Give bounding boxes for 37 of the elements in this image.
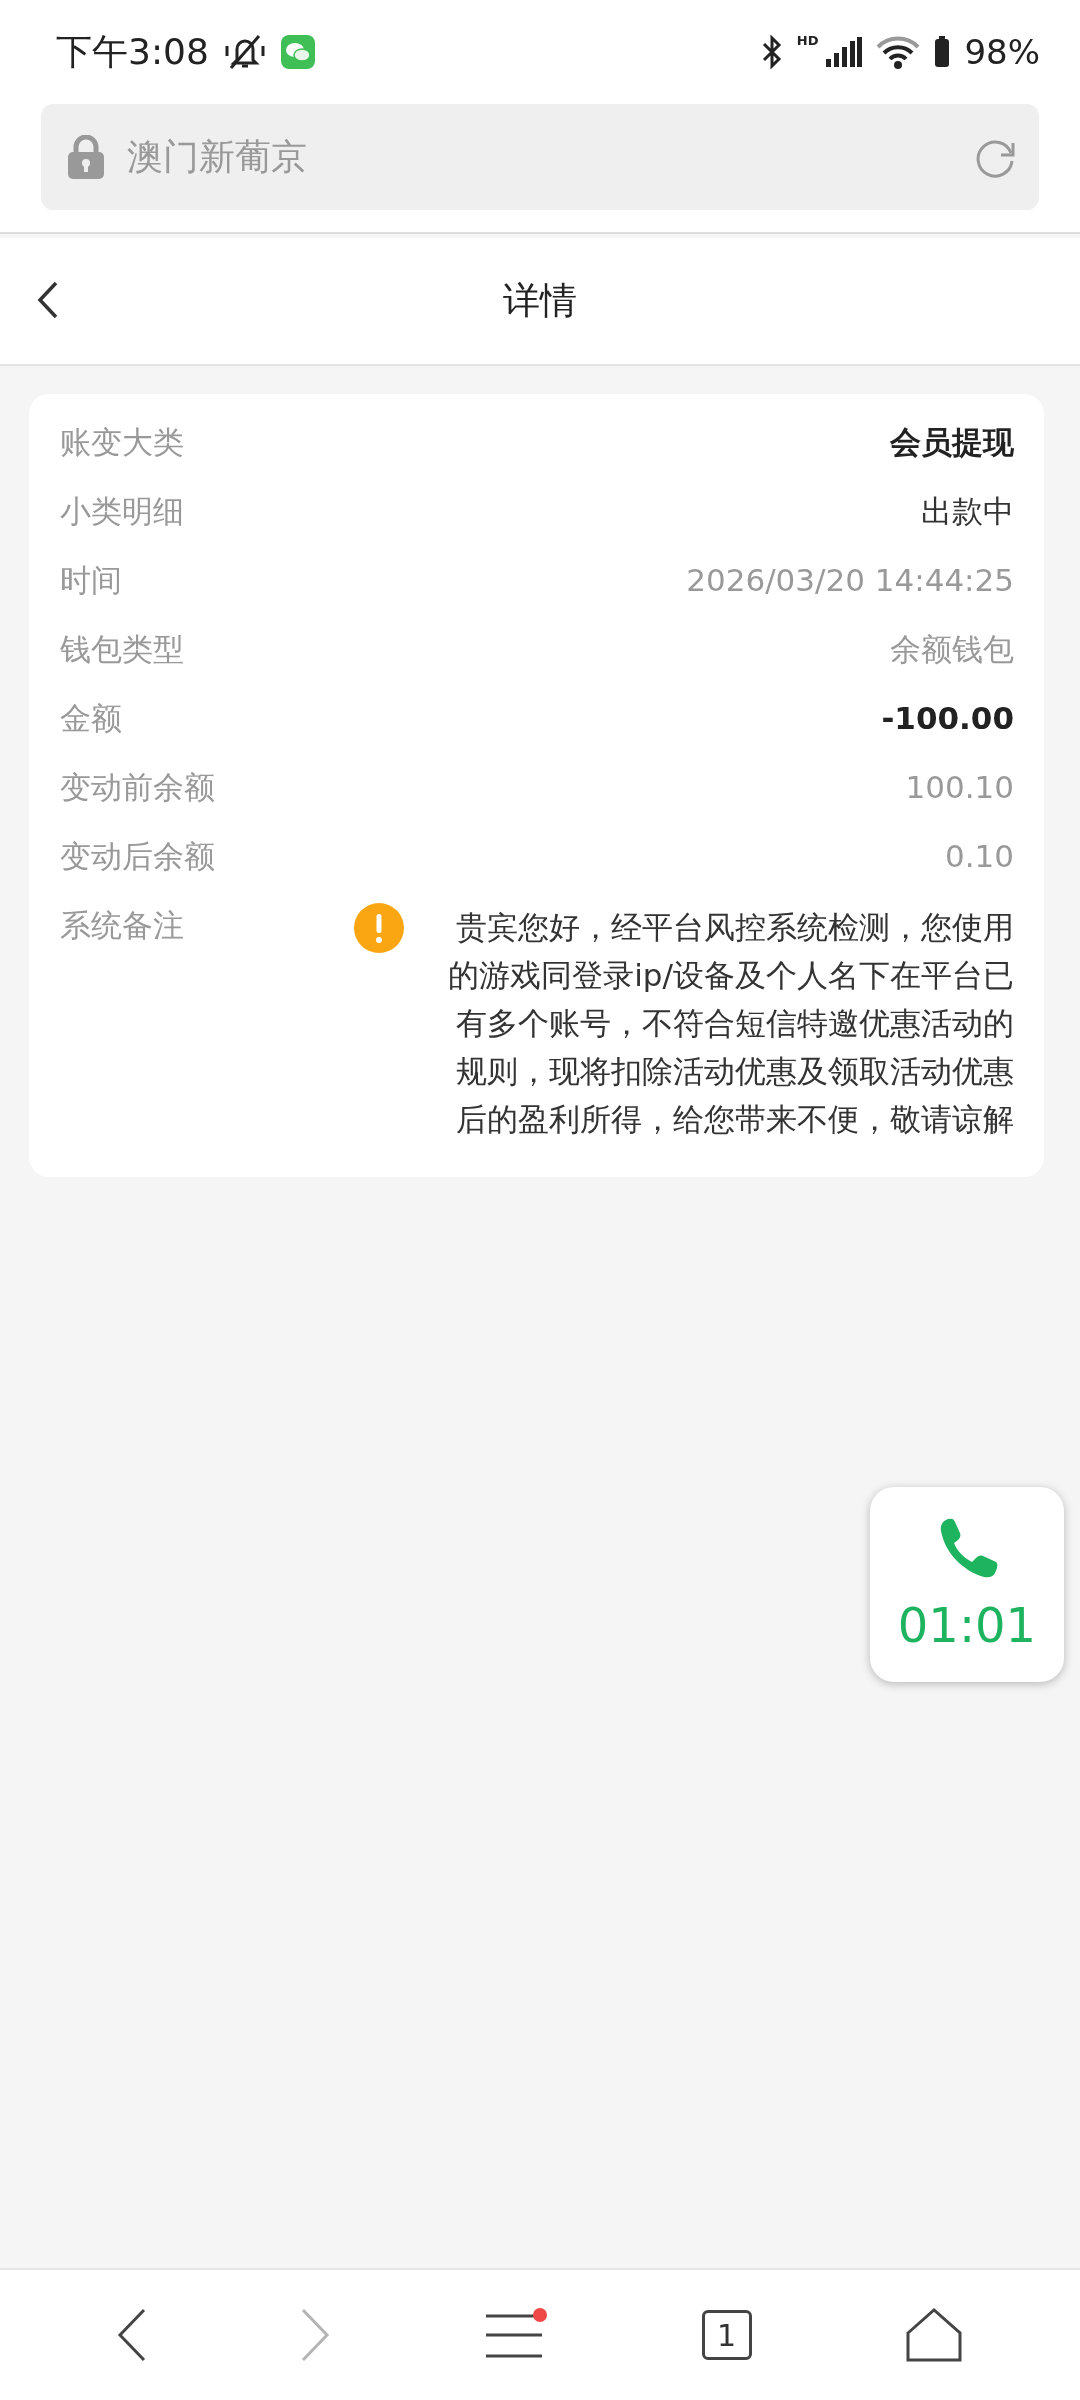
field-value: 会员提现: [890, 423, 1014, 462]
address-bar[interactable]: 澳门新葡京: [41, 104, 1039, 210]
tab-count-button[interactable]: 1: [701, 2310, 752, 2360]
field-label: 变动后余额: [60, 837, 215, 876]
field-value: 0.10: [944, 837, 1014, 876]
clock-time: 下午3:08: [56, 29, 209, 74]
forward-icon: [300, 2308, 331, 2362]
signal-icon: [826, 37, 863, 67]
field-value: 出款中: [921, 492, 1014, 531]
lock-icon: [67, 135, 105, 179]
field-label: 时间: [60, 561, 122, 600]
back-icon: [36, 279, 60, 320]
battery-icon: [934, 36, 951, 68]
field-label: 系统备注: [60, 906, 184, 945]
battery-percent: 98%: [964, 32, 1040, 72]
warning-icon: [354, 903, 404, 953]
field-label: 钱包类型: [60, 630, 184, 669]
home-button[interactable]: [905, 2307, 964, 2363]
field-value: -100.00: [881, 699, 1014, 738]
field-value: 余额钱包: [890, 630, 1014, 669]
field-value: 2026/03/20 14:44:25: [686, 561, 1014, 600]
call-duration: 01:01: [897, 1596, 1037, 1653]
page-title: 详情: [503, 278, 577, 324]
back-button[interactable]: [116, 2308, 147, 2362]
field-label: 变动前余额: [60, 768, 215, 807]
field-label: 小类明细: [60, 492, 184, 531]
bluetooth-icon: [760, 34, 783, 70]
chat-app-icon: [280, 35, 315, 69]
remark-text: 贵宾您好，经平台风控系统检测，您使用的游戏同登录ip/设备及个人名下在平台已有多个账号，不符合短信特邀优惠活动的规则，现将扣除活动优惠及领取活动优惠后的盈利所得，给您带来不便，敬请谅解: [447, 908, 1014, 1139]
field-label: 金额: [60, 699, 122, 738]
field-label: 账变大类: [60, 423, 184, 462]
back-icon: [116, 2308, 147, 2362]
home-icon: [905, 2307, 964, 2363]
field-value: 100.10: [905, 768, 1014, 807]
network-label: HD: [796, 32, 819, 48]
call-widget[interactable]: 01:01: [870, 1487, 1064, 1682]
wifi-icon: [876, 35, 921, 69]
